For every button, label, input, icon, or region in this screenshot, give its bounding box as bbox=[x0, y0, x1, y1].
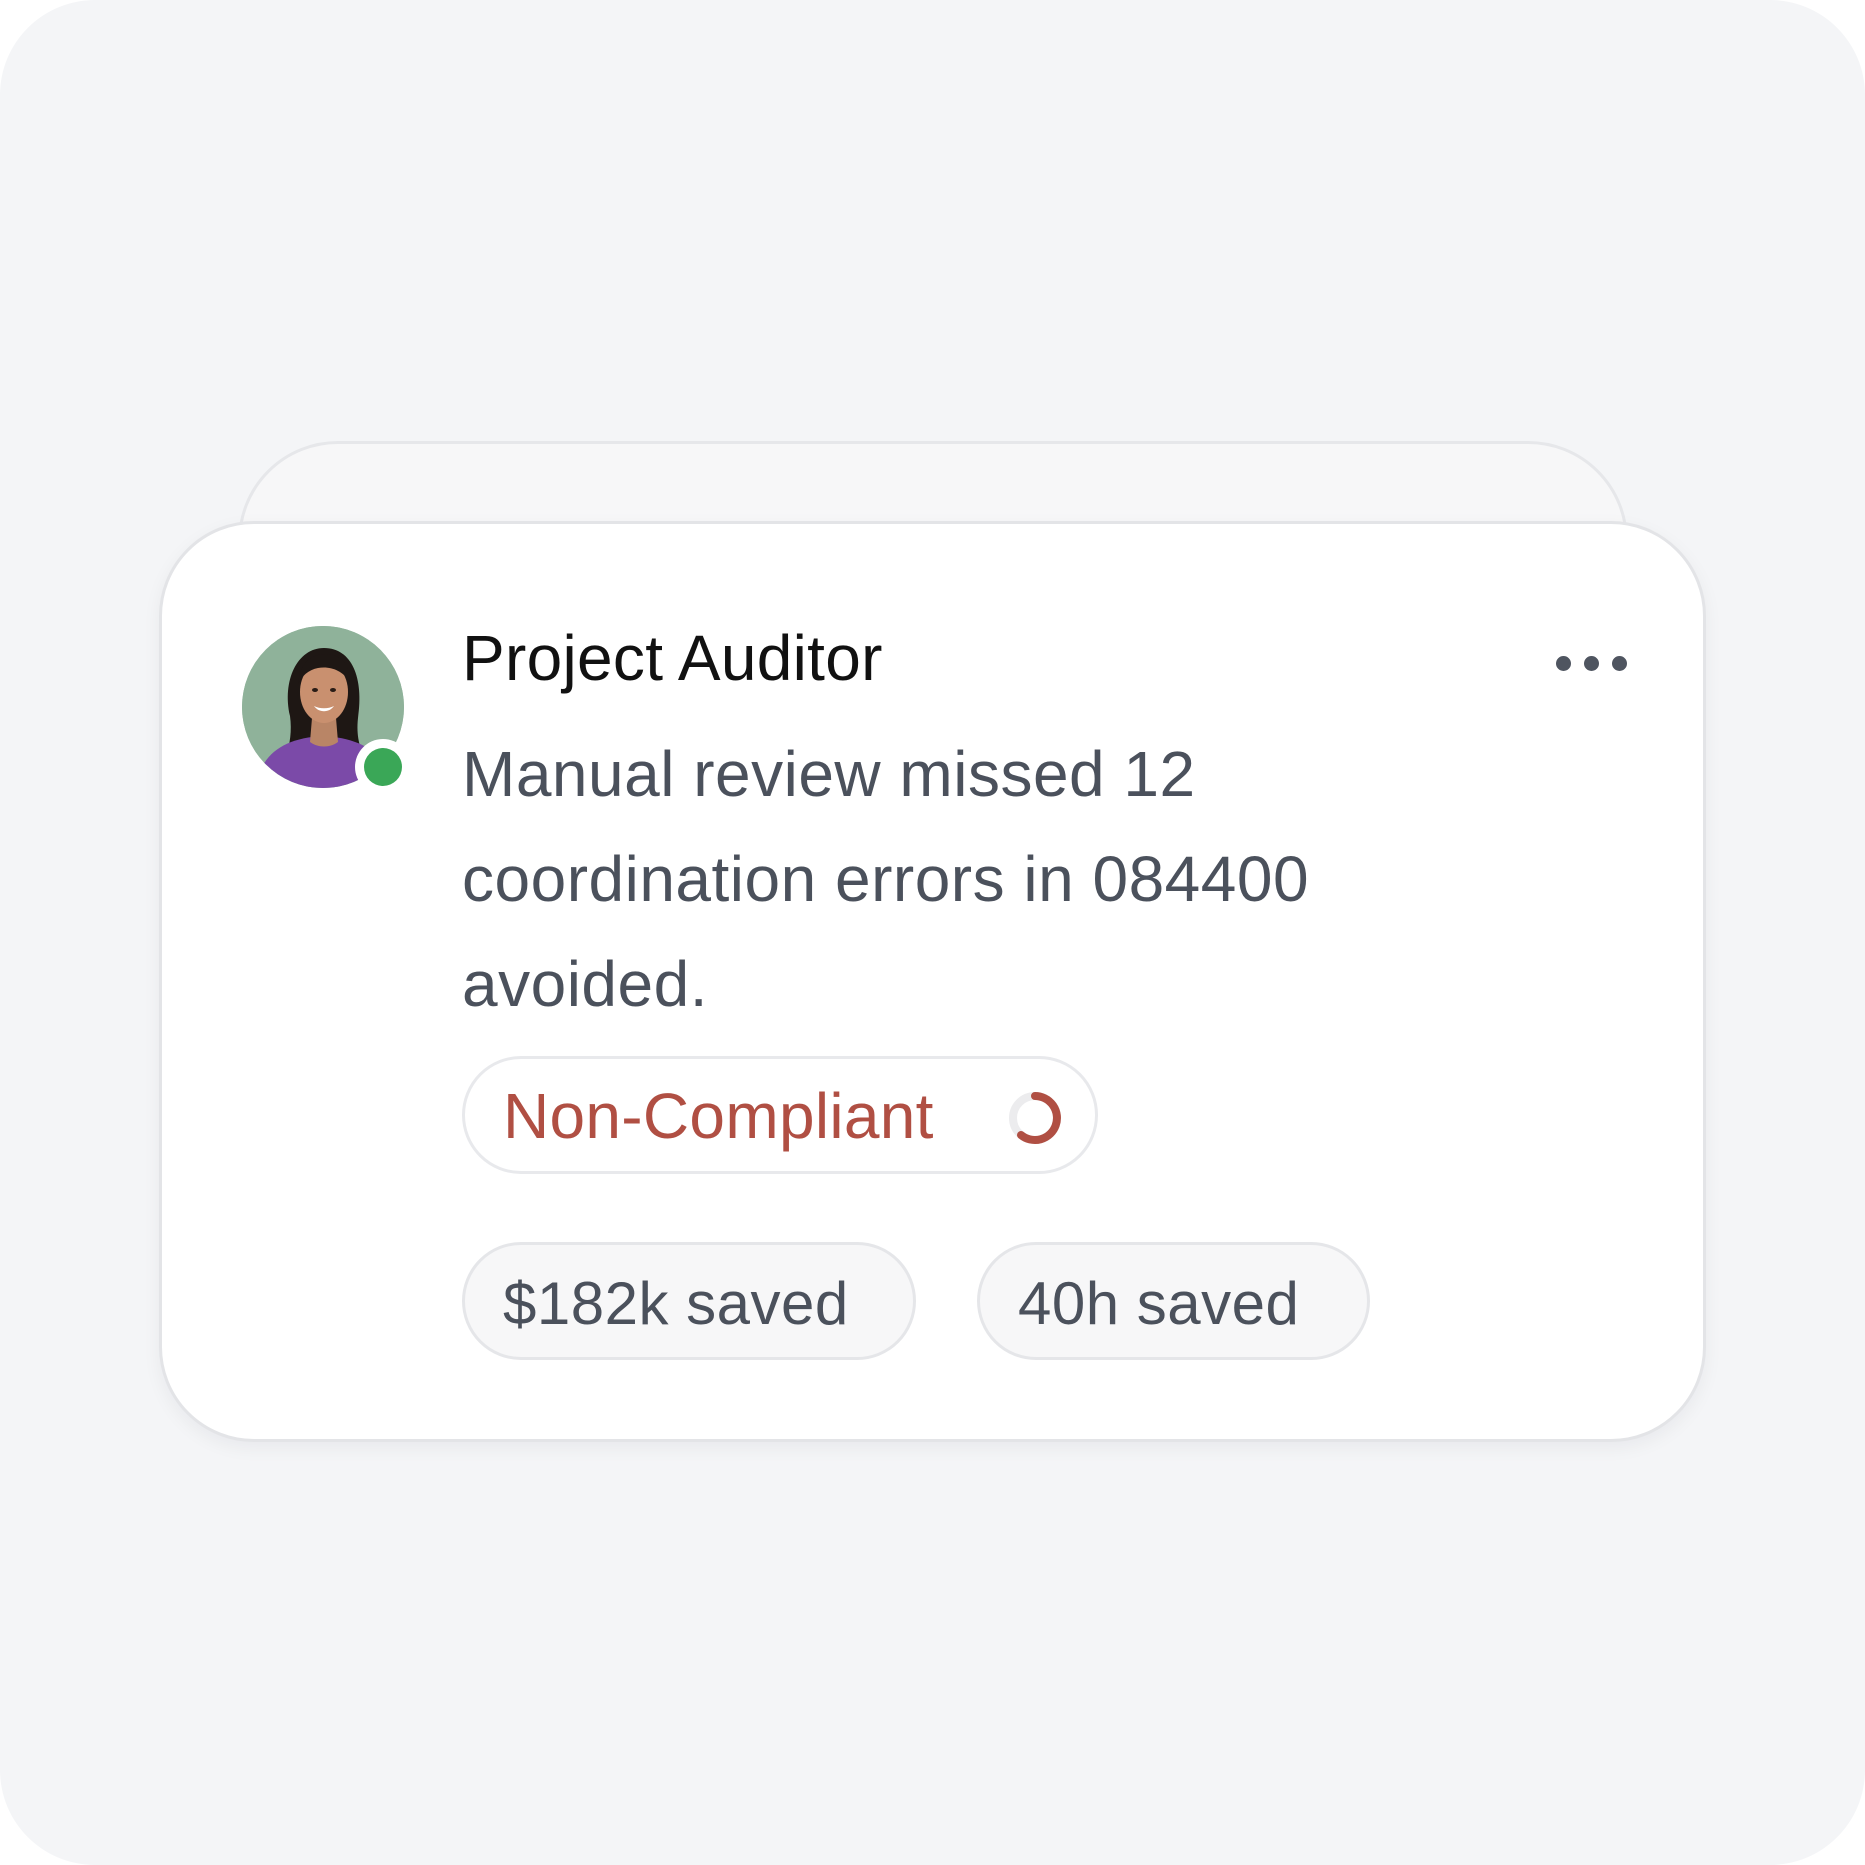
avatar[interactable] bbox=[242, 626, 411, 795]
progress-ring-icon bbox=[1009, 1092, 1061, 1144]
status-badge[interactable]: Non-Compliant bbox=[462, 1056, 1098, 1174]
more-dot-icon bbox=[1612, 656, 1627, 671]
card-title: Project Auditor bbox=[462, 622, 883, 694]
card-message: Manual review missed 12 coordination err… bbox=[462, 738, 1310, 1020]
more-options-button[interactable] bbox=[1552, 644, 1632, 684]
notification-card[interactable]: Project Auditor Manual review missed 12 … bbox=[159, 521, 1706, 1442]
status-label: Non-Compliant bbox=[503, 1080, 934, 1152]
more-dot-icon bbox=[1584, 656, 1599, 671]
metric-label: 40h saved bbox=[1018, 1270, 1300, 1337]
metric-label: $182k saved bbox=[503, 1270, 849, 1337]
canvas: Project Auditor Manual review missed 12 … bbox=[0, 0, 1865, 1865]
online-status-dot bbox=[355, 739, 411, 795]
savings-hours-badge: 40h saved bbox=[977, 1242, 1370, 1360]
more-dot-icon bbox=[1556, 656, 1571, 671]
savings-money-badge: $182k saved bbox=[462, 1242, 916, 1360]
